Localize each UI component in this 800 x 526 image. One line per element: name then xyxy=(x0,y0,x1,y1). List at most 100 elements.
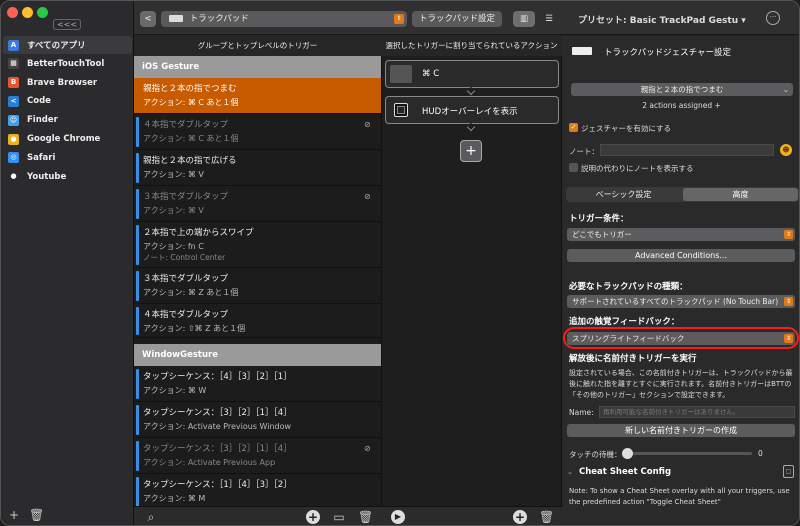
trigger-row[interactable]: ３本指でダブルタップ アクション: ⌘ Z あと１個 xyxy=(134,268,381,304)
add-action-button[interactable]: + xyxy=(460,140,482,162)
app-icon: < xyxy=(8,95,19,107)
trigger-enabled-bar xyxy=(136,153,139,183)
chevron-down-icon[interactable]: ⌄ xyxy=(567,468,573,476)
trigger-row[interactable]: ４本指でダブルタップ アクション: ⇧⌘ Z あと１個 xyxy=(134,304,381,338)
search-icon[interactable]: ⌕ xyxy=(144,510,158,524)
trigger-condition-select[interactable]: どこでもトリガー ⇕ xyxy=(567,228,795,241)
add-action-icon[interactable]: + xyxy=(513,510,527,524)
add-app-icon[interactable]: + xyxy=(7,508,21,522)
trigger-action-summary: アクション: ⌘ C あと１個 xyxy=(143,98,239,107)
advanced-conditions-button[interactable]: Advanced Conditions... xyxy=(567,249,795,262)
trigger-settings-panel: トラックパッドジェスチャー設定 親指と２本の指でつまむ ⌄ 2 actions … xyxy=(562,36,799,525)
trigger-row[interactable]: ３本指でダブルタップ アクション: ⌘ V ⊘ xyxy=(134,186,381,222)
sidebar-app-item[interactable]: ▦ BetterTouchTool xyxy=(3,55,132,73)
group-window-gesture[interactable]: WindowGesture xyxy=(134,344,381,366)
trigger-enabled-bar xyxy=(136,369,139,399)
trigger-title: タップシーケンス：［3］［2］［1］［4］ xyxy=(143,444,292,454)
trigger-row[interactable]: タップシーケンス：［3］［2］［1］［4］ アクション: Activate Pre… xyxy=(134,438,381,474)
trash-icon[interactable]: 🗑 xyxy=(29,508,44,522)
trigger-title: タップシーケンス：［4］［3］［2］［1］ xyxy=(143,372,292,382)
trigger-note: ノート: Control Center xyxy=(143,253,226,262)
sidebar-app-item[interactable]: ☺ Finder xyxy=(3,111,132,129)
cheat-sheet-note: Note: To show a Cheat Sheet overlay with… xyxy=(569,487,790,506)
action-card[interactable]: ⌘ C xyxy=(385,60,559,88)
preset-select[interactable]: プリセット: Basic TrackPad Gestu ▾ xyxy=(578,13,746,26)
sidebar-app-item[interactable]: A すべてのアプリ xyxy=(3,36,132,54)
app-icon: ▦ xyxy=(8,58,19,70)
trigger-action-summary: アクション: ⌘ Z あと１個 xyxy=(143,288,239,297)
device-select[interactable]: トラックパッド ⇕ xyxy=(161,11,407,27)
trigger-enabled-bar xyxy=(136,477,139,506)
group-ios-gesture[interactable]: iOS Gesture xyxy=(134,56,381,78)
emoji-icon[interactable]: ☻ xyxy=(780,144,792,156)
add-trigger-icon[interactable]: + xyxy=(306,510,320,524)
trigger-action-summary: アクション: ⌘ C あと１個 xyxy=(143,134,239,143)
trigger-action-summary: アクション: ⌘ V xyxy=(143,206,204,215)
play-icon[interactable]: ▶ xyxy=(391,510,405,524)
trigger-row[interactable]: ４本指でダブルタップ アクション: ⌘ C あと１個 ⊘ xyxy=(134,114,381,150)
app-label: Brave Browser xyxy=(27,77,98,88)
sidebar-app-item[interactable]: ◎ Safari xyxy=(3,149,132,167)
zoom-window-button[interactable] xyxy=(37,7,48,18)
copy-icon[interactable]: ▢ xyxy=(783,465,794,478)
app-label: Code xyxy=(27,96,51,107)
assigned-actions-link[interactable]: 2 actions assigned + xyxy=(562,101,799,110)
enable-gesture-checkbox[interactable]: ✓ xyxy=(569,123,578,132)
note-field[interactable] xyxy=(600,144,774,156)
slider-knob[interactable] xyxy=(622,448,633,459)
trigger-row[interactable]: 親指と２本の指で広げる アクション: ⌘ V xyxy=(134,150,381,186)
trash-icon[interactable]: 🗑 xyxy=(358,510,373,524)
trackpad-settings-button[interactable]: トラックパッド設定 xyxy=(412,11,502,27)
trigger-enabled-bar xyxy=(136,271,139,301)
trigger-list: iOS Gesture 親指と２本の指でつまむ アクション: ⌘ C あと１個 ４本… xyxy=(134,56,381,506)
preset-label: プリセット: Basic TrackPad Gestu xyxy=(578,16,739,26)
trigger-row[interactable]: ２本指で上の端からスワイプ アクション: fn C ノート: Control Cen… xyxy=(134,222,381,268)
show-note-checkbox[interactable] xyxy=(569,163,578,172)
trigger-row[interactable]: 親指と２本の指でつまむ アクション: ⌘ C あと１個 xyxy=(134,78,381,114)
enable-gesture-label: ジェスチャーを有効にする xyxy=(581,124,671,133)
tab-basic[interactable]: ベーシック設定 xyxy=(566,187,681,202)
app-label: BetterTouchTool xyxy=(27,58,105,69)
connector-arrow xyxy=(466,86,476,96)
sidebar-app-item[interactable]: ● Google Chrome xyxy=(3,130,132,148)
touch-wait-value: 0 xyxy=(758,449,763,458)
triggers-column-header: グループとトップレベルのトリガー xyxy=(134,36,381,56)
sidebar-app-item[interactable]: B Brave Browser xyxy=(3,74,132,92)
trigger-action-summary: アクション: ⇧⌘ Z あと１個 xyxy=(143,324,246,333)
trigger-condition-value: どこでもトリガー xyxy=(572,230,632,239)
required-trackpad-select[interactable]: サポートされているすべてのトラックパッド (No Touch Bar) ⇕ xyxy=(567,295,795,308)
trigger-row[interactable]: タップシーケンス：［4］［3］［2］［1］ アクション: ⌘ W xyxy=(134,366,381,402)
list-view-icon[interactable]: ☰ xyxy=(539,11,559,27)
sidebar-app-item[interactable]: ● Youtube xyxy=(3,168,132,186)
close-window-button[interactable] xyxy=(7,7,18,18)
trigger-row[interactable]: タップシーケンス：［1］［4］［3］［2］ アクション: ⌘ M xyxy=(134,474,381,506)
more-options-button[interactable]: ··· xyxy=(766,11,780,25)
trigger-row[interactable]: タップシーケンス：［3］［2］［1］［4］ アクション: Activate Pre… xyxy=(134,402,381,438)
action-card[interactable]: HUDオーバーレイを表示 xyxy=(385,96,559,124)
trash-icon[interactable]: 🗑 xyxy=(539,510,554,524)
touch-wait-label: タッチの待機： xyxy=(569,450,622,459)
named-trigger-select[interactable]: 再利用可能な名前付きトリガーはありません。 xyxy=(599,406,795,418)
trigger-list-bottombar: ⌕ + ▭ 🗑 xyxy=(134,506,381,525)
settings-tabs: ベーシック設定 高度 xyxy=(566,187,799,202)
trigger-enabled-bar xyxy=(136,117,139,147)
back-button[interactable]: < xyxy=(140,11,156,27)
app-icon: ◎ xyxy=(8,152,19,164)
sidebar-app-item[interactable]: < Code xyxy=(3,92,132,110)
minimize-window-button[interactable] xyxy=(22,7,33,18)
tab-advanced[interactable]: 高度 xyxy=(683,188,798,201)
new-named-trigger-button[interactable]: 新しい名前付きトリガーの作成 xyxy=(567,424,795,437)
trigger-title: タップシーケンス：［3］［2］［1］［4］ xyxy=(143,408,292,418)
haptic-feedback-value: スプリングライトフィードバック xyxy=(572,334,685,343)
gesture-select[interactable]: 親指と２本の指でつまむ ⌄ xyxy=(571,83,793,96)
action-column: ⌘ C HUDオーバーレイを表示 + xyxy=(381,56,562,506)
haptic-feedback-select[interactable]: スプリングライトフィードバック ⇕ xyxy=(567,332,795,345)
trigger-action-summary: アクション: ⌘ V xyxy=(143,170,204,179)
touch-wait-slider[interactable] xyxy=(622,448,752,459)
hidden-eye-icon: ⊘ xyxy=(364,444,371,453)
folder-add-icon[interactable]: ▭ xyxy=(332,510,346,524)
collapse-sidebar-button[interactable]: <<< xyxy=(53,19,81,30)
name-label: Name: xyxy=(569,408,594,417)
app-sidebar: <<< A すべてのアプリ ▦ BetterTouchTool B Brave Brows… xyxy=(1,1,134,525)
column-view-icon[interactable]: ▥ xyxy=(513,11,535,27)
